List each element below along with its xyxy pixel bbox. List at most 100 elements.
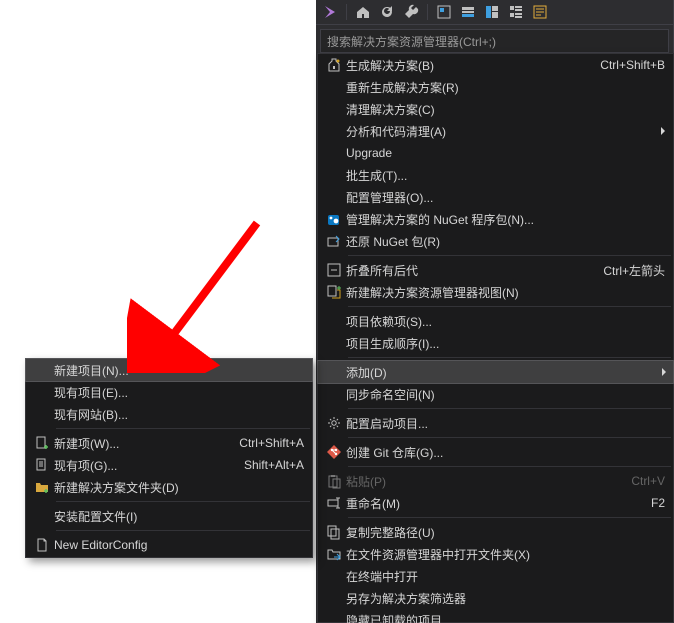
- main-menu-item[interactable]: 添加(D): [317, 360, 674, 384]
- toolbar-icon[interactable]: [482, 2, 502, 22]
- main-menu-item[interactable]: 项目生成顺序(I)...: [318, 332, 673, 354]
- context-menu-add: 新建项目(N)... 现有项目(E)...现有网站(B)... 新建项(W)...C…: [25, 358, 313, 558]
- menu-label: 创建 Git 仓库(G)...: [346, 444, 665, 461]
- menu-label: 添加(D): [346, 364, 654, 381]
- main-menu-item[interactable]: 生成解决方案(B)Ctrl+Shift+B: [318, 54, 673, 76]
- menu-shortcut: Ctrl+Shift+A: [227, 436, 304, 450]
- collapse-icon: [322, 262, 346, 278]
- sub-menu-item[interactable]: New EditorConfig: [26, 534, 312, 556]
- main-menu-item[interactable]: 新建解决方案资源管理器视图(N): [318, 281, 673, 303]
- menu-shortcut: Ctrl+V: [619, 474, 665, 488]
- main-menu-item[interactable]: 项目依赖项(S)...: [318, 310, 673, 332]
- home-icon[interactable]: [353, 2, 373, 22]
- menu-separator: [348, 437, 671, 438]
- copy-path-icon: [322, 524, 346, 540]
- menu-label: 项目依赖项(S)...: [346, 313, 665, 330]
- menu-label: 新建项(W)...: [54, 435, 227, 452]
- main-menu-item[interactable]: 重新生成解决方案(R): [318, 76, 673, 98]
- menu-label: 新建解决方案文件夹(D): [54, 479, 304, 496]
- main-menu-item[interactable]: 配置管理器(O)...: [318, 186, 673, 208]
- main-menu-item[interactable]: 清理解决方案(C): [318, 98, 673, 120]
- menu-separator: [56, 428, 310, 429]
- menu-shortcut: F2: [639, 496, 665, 510]
- menu-label: 现有项(G)...: [54, 457, 232, 474]
- main-menu-item[interactable]: 重命名(M)F2: [318, 492, 673, 514]
- main-menu-item[interactable]: 复制完整路径(U): [318, 521, 673, 543]
- menu-label: 粘贴(P): [346, 473, 619, 490]
- sub-menu-item[interactable]: 现有项目(E)...: [26, 381, 312, 403]
- main-menu-item[interactable]: 批生成(T)...: [318, 164, 673, 186]
- menu-separator: [348, 466, 671, 467]
- menu-label: 清理解决方案(C): [346, 101, 665, 118]
- menu-separator: [56, 501, 310, 502]
- menu-label: 重新生成解决方案(R): [346, 79, 665, 96]
- menu-label: 安装配置文件(I): [54, 508, 304, 525]
- main-menu-item[interactable]: 管理解决方案的 NuGet 程序包(N)...: [318, 208, 673, 230]
- open-folder-icon: [322, 546, 346, 562]
- menu-label: 配置管理器(O)...: [346, 189, 665, 206]
- main-menu-item[interactable]: 在终端中打开: [318, 565, 673, 587]
- properties-icon[interactable]: [530, 2, 550, 22]
- vs-logo-icon[interactable]: [320, 2, 340, 22]
- refresh-icon[interactable]: [377, 2, 397, 22]
- sub-menu-item[interactable]: 现有项(G)...Shift+Alt+A: [26, 454, 312, 476]
- nuget-icon: [322, 211, 346, 227]
- show-all-icon[interactable]: [506, 2, 526, 22]
- main-menu-item[interactable]: 另存为解决方案筛选器: [318, 587, 673, 609]
- menu-label: New EditorConfig: [54, 538, 304, 552]
- toolbar: [316, 0, 673, 25]
- folder-icon: [30, 479, 54, 495]
- menu-separator: [348, 306, 671, 307]
- menu-separator: [348, 357, 671, 358]
- main-menu-item[interactable]: 粘贴(P)Ctrl+V: [318, 470, 673, 492]
- sub-menu-item[interactable]: 新建项目(N)...: [25, 358, 313, 382]
- search-input[interactable]: 搜索解决方案资源管理器(Ctrl+;): [320, 29, 669, 53]
- main-menu-item[interactable]: 在文件资源管理器中打开文件夹(X): [318, 543, 673, 565]
- menu-label: 隐藏已卸载的项目: [346, 612, 665, 623]
- file-icon: [30, 537, 54, 553]
- main-menu-item[interactable]: 折叠所有后代Ctrl+左箭头: [318, 259, 673, 281]
- main-menu-item[interactable]: 创建 Git 仓库(G)...: [318, 441, 673, 463]
- new-view-icon: [322, 284, 346, 300]
- menu-separator: [348, 255, 671, 256]
- sub-menu-item[interactable]: 现有网站(B)...: [26, 403, 312, 425]
- menu-shortcut: Shift+Alt+A: [232, 458, 304, 472]
- rename-icon: [322, 495, 346, 511]
- main-menu-item[interactable]: Upgrade: [318, 142, 673, 164]
- menu-label: 项目生成顺序(I)...: [346, 335, 665, 352]
- menu-label: 同步命名空间(N): [346, 386, 665, 403]
- menu-label: 另存为解决方案筛选器: [346, 590, 665, 607]
- main-menu-item[interactable]: 配置启动项目...: [318, 412, 673, 434]
- menu-label: 折叠所有后代: [346, 262, 591, 279]
- gear-icon: [322, 415, 346, 431]
- chevron-right-icon: [662, 368, 666, 376]
- annotation-arrow: [127, 213, 267, 373]
- chevron-right-icon: [661, 127, 665, 135]
- wrench-icon[interactable]: [401, 2, 421, 22]
- menu-label: Upgrade: [346, 146, 665, 160]
- main-menu-item[interactable]: 同步命名空间(N): [318, 383, 673, 405]
- main-menu-item[interactable]: 还原 NuGet 包(R): [318, 230, 673, 252]
- sub-menu-item[interactable]: 新建项(W)...Ctrl+Shift+A: [26, 432, 312, 454]
- menu-label: 批生成(T)...: [346, 167, 665, 184]
- menu-label: 新建项目(N)...: [54, 362, 305, 379]
- sub-menu-item[interactable]: 新建解决方案文件夹(D): [26, 476, 312, 498]
- sub-menu-item[interactable]: 安装配置文件(I): [26, 505, 312, 527]
- menu-label: 重命名(M): [346, 495, 639, 512]
- toolbar-icon[interactable]: [458, 2, 478, 22]
- search-placeholder: 搜索解决方案资源管理器(Ctrl+;): [327, 33, 496, 50]
- menu-label: 分析和代码清理(A): [346, 123, 653, 140]
- menu-separator: [348, 517, 671, 518]
- restore-icon: [322, 233, 346, 249]
- menu-label: 配置启动项目...: [346, 415, 665, 432]
- menu-separator: [56, 530, 310, 531]
- new-item-icon: [30, 435, 54, 451]
- menu-label: 管理解决方案的 NuGet 程序包(N)...: [346, 211, 665, 228]
- main-menu-item[interactable]: 分析和代码清理(A): [318, 120, 673, 142]
- preview-icon[interactable]: [434, 2, 454, 22]
- paste-icon: [322, 473, 346, 489]
- menu-shortcut: Ctrl+Shift+B: [588, 58, 665, 72]
- menu-label: 还原 NuGet 包(R): [346, 233, 665, 250]
- git-icon: [322, 444, 346, 460]
- main-menu-item[interactable]: 隐藏已卸载的项目: [318, 609, 673, 623]
